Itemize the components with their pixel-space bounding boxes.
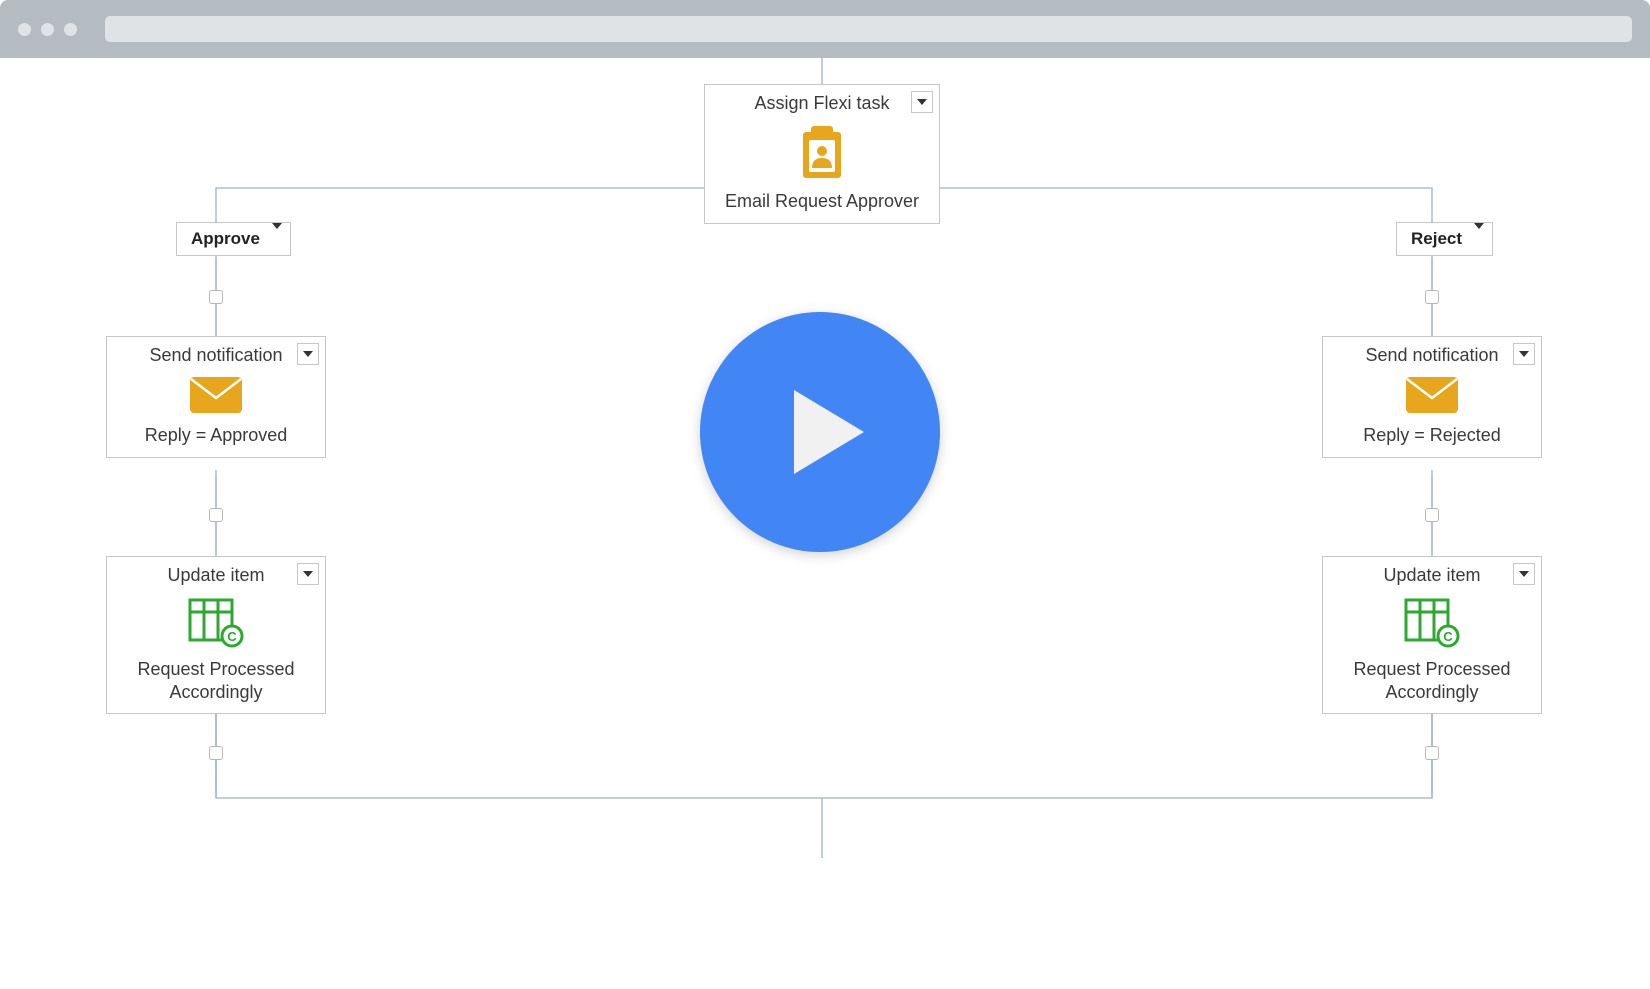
node-title: Send notification [1323, 337, 1541, 370]
caret-down-icon [272, 223, 282, 248]
envelope-icon [107, 370, 325, 420]
connector-handle[interactable] [1425, 746, 1439, 760]
close-window-icon[interactable] [18, 23, 31, 36]
node-update-item-right[interactable]: Update item C Request Processed Accordin… [1322, 556, 1542, 714]
maximize-window-icon[interactable] [64, 23, 77, 36]
workflow-canvas: Assign Flexi task Email Request Approver… [0, 58, 1650, 989]
caret-down-icon [1519, 571, 1529, 577]
node-title: Update item [1323, 557, 1541, 590]
connector-handle[interactable] [209, 746, 223, 760]
node-title: Update item [107, 557, 325, 590]
minimize-window-icon[interactable] [41, 23, 54, 36]
node-subtitle: Reply = Rejected [1323, 420, 1541, 457]
svg-text:C: C [227, 629, 237, 644]
play-button[interactable] [700, 312, 940, 552]
branch-label: Approve [191, 229, 260, 249]
node-menu-button[interactable] [297, 563, 319, 585]
caret-down-icon [303, 571, 313, 577]
node-update-item-left[interactable]: Update item C Request Processed Accordin… [106, 556, 326, 714]
node-subtitle: Email Request Approver [705, 186, 939, 223]
caret-down-icon [917, 99, 927, 105]
window-controls [18, 23, 77, 36]
caret-down-icon [1519, 351, 1529, 357]
node-subtitle: Reply = Approved [107, 420, 325, 457]
connector-handle[interactable] [209, 508, 223, 522]
connector-handle[interactable] [209, 290, 223, 304]
address-bar[interactable] [105, 16, 1632, 42]
envelope-icon [1323, 370, 1541, 420]
node-menu-button[interactable] [911, 91, 933, 113]
branch-reject[interactable]: Reject [1396, 222, 1493, 256]
clipboard-user-icon [705, 118, 939, 186]
node-menu-button[interactable] [1513, 343, 1535, 365]
node-menu-button[interactable] [297, 343, 319, 365]
connector-handle[interactable] [1425, 290, 1439, 304]
node-send-notification-left[interactable]: Send notification Reply = Approved [106, 336, 326, 458]
svg-text:C: C [1443, 629, 1453, 644]
node-subtitle: Request Processed Accordingly [1323, 654, 1541, 713]
connector-handle[interactable] [1425, 508, 1439, 522]
play-icon [794, 390, 864, 474]
update-table-icon: C [1323, 590, 1541, 654]
node-title: Assign Flexi task [705, 85, 939, 118]
node-subtitle: Request Processed Accordingly [107, 654, 325, 713]
caret-down-icon [1474, 223, 1484, 248]
caret-down-icon [303, 351, 313, 357]
branch-approve[interactable]: Approve [176, 222, 291, 256]
node-assign-flexi-task[interactable]: Assign Flexi task Email Request Approver [704, 84, 940, 224]
browser-chrome [0, 0, 1650, 58]
node-send-notification-right[interactable]: Send notification Reply = Rejected [1322, 336, 1542, 458]
node-title: Send notification [107, 337, 325, 370]
update-table-icon: C [107, 590, 325, 654]
branch-label: Reject [1411, 229, 1462, 249]
node-menu-button[interactable] [1513, 563, 1535, 585]
